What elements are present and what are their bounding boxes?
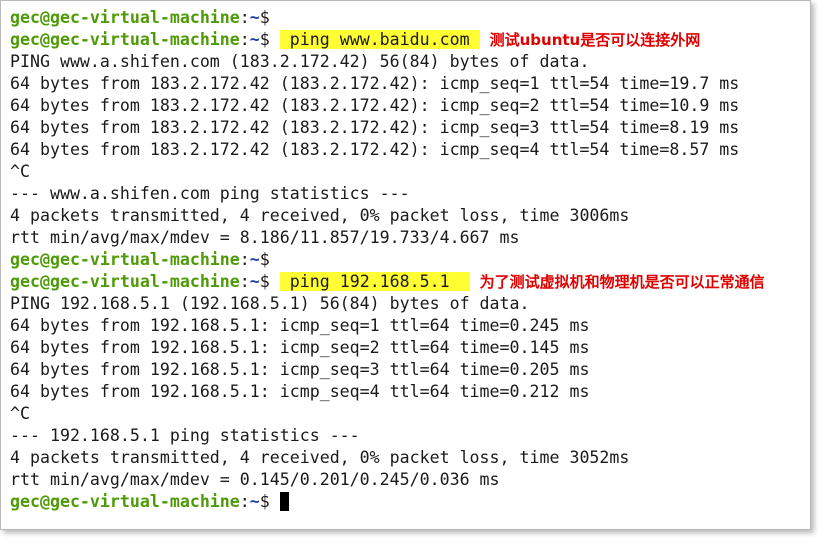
prompt-user-host: gec@gec-virtual-machine <box>10 250 240 269</box>
command-line: gec@gec-virtual-machine:~$ ping 192.168.… <box>10 271 765 293</box>
ping-stats-header: --- 192.168.5.1 ping statistics --- <box>10 426 360 445</box>
highlighted-command: ping 192.168.5.1 <box>279 272 470 291</box>
prompt-separator: : <box>239 30 250 49</box>
prompt-separator: : <box>239 250 250 269</box>
ping-header: PING www.a.shifen.com (183.2.172.42) 56(… <box>10 52 590 71</box>
text-cursor[interactable] <box>279 492 289 511</box>
ping-stats-packets: 4 packets transmitted, 4 received, 0% pa… <box>10 206 630 225</box>
prompt-separator: : <box>239 272 250 291</box>
ping-reply: 64 bytes from 183.2.172.42 (183.2.172.42… <box>10 118 740 137</box>
ping-reply: 64 bytes from 183.2.172.42 (183.2.172.42… <box>10 140 740 159</box>
prompt-path: ~ <box>249 30 260 49</box>
ping-reply: 64 bytes from 192.168.5.1: icmp_seq=4 tt… <box>10 382 590 401</box>
prompt-dollar: $ <box>259 272 280 291</box>
prompt-user-host: gec@gec-virtual-machine <box>10 272 240 291</box>
prompt-line: gec@gec-virtual-machine:~$ <box>10 7 765 29</box>
interrupt-signal: ^C <box>10 162 30 181</box>
prompt-path: ~ <box>249 250 260 269</box>
prompt-path: ~ <box>249 272 260 291</box>
prompt-user-host: gec@gec-virtual-machine <box>10 8 240 27</box>
ping-stats-rtt: rtt min/avg/max/mdev = 0.145/0.201/0.245… <box>10 470 500 489</box>
command-line: gec@gec-virtual-machine:~$ ping www.baid… <box>10 29 765 51</box>
ping-stats-packets: 4 packets transmitted, 4 received, 0% pa… <box>10 448 630 467</box>
ping-reply: 64 bytes from 183.2.172.42 (183.2.172.42… <box>10 74 740 93</box>
ping-stats-rtt: rtt min/avg/max/mdev = 8.186/11.857/19.7… <box>10 228 520 247</box>
ping-stats-header: --- www.a.shifen.com ping statistics --- <box>10 184 410 203</box>
highlighted-command: ping www.baidu.com <box>279 30 480 49</box>
prompt-dollar: $ <box>259 492 280 511</box>
interrupt-signal: ^C <box>10 404 30 423</box>
command-text: ping www.baidu.com <box>289 30 470 49</box>
terminal-output[interactable]: gec@gec-virtual-machine:~$ gec@gec-virtu… <box>10 7 765 513</box>
ping-reply: 64 bytes from 192.168.5.1: icmp_seq=1 tt… <box>10 316 590 335</box>
prompt-separator: : <box>239 8 250 27</box>
ping-reply: 64 bytes from 192.168.5.1: icmp_seq=2 tt… <box>10 338 590 357</box>
prompt-dollar: $ <box>259 250 280 269</box>
prompt-line[interactable]: gec@gec-virtual-machine:~$ <box>10 491 765 513</box>
command-text: ping 192.168.5.1 <box>289 272 450 291</box>
prompt-line: gec@gec-virtual-machine:~$ <box>10 249 765 271</box>
prompt-user-host: gec@gec-virtual-machine <box>10 492 240 511</box>
ping-reply: 64 bytes from 192.168.5.1: icmp_seq=3 tt… <box>10 360 590 379</box>
ping-header: PING 192.168.5.1 (192.168.5.1) 56(84) by… <box>10 294 530 313</box>
prompt-path: ~ <box>249 8 260 27</box>
prompt-path: ~ <box>249 492 260 511</box>
ping-reply: 64 bytes from 183.2.172.42 (183.2.172.42… <box>10 96 740 115</box>
prompt-user-host: gec@gec-virtual-machine <box>10 30 240 49</box>
annotation-note: 为了测试虚拟机和物理机是否可以正常通信 <box>479 273 765 291</box>
prompt-dollar: $ <box>259 30 280 49</box>
annotation-note: 测试ubuntu是否可以连接外网 <box>489 31 701 49</box>
prompt-dollar: $ <box>259 8 280 27</box>
prompt-separator: : <box>239 492 250 511</box>
terminal-window[interactable]: gec@gec-virtual-machine:~$ gec@gec-virtu… <box>0 0 811 530</box>
